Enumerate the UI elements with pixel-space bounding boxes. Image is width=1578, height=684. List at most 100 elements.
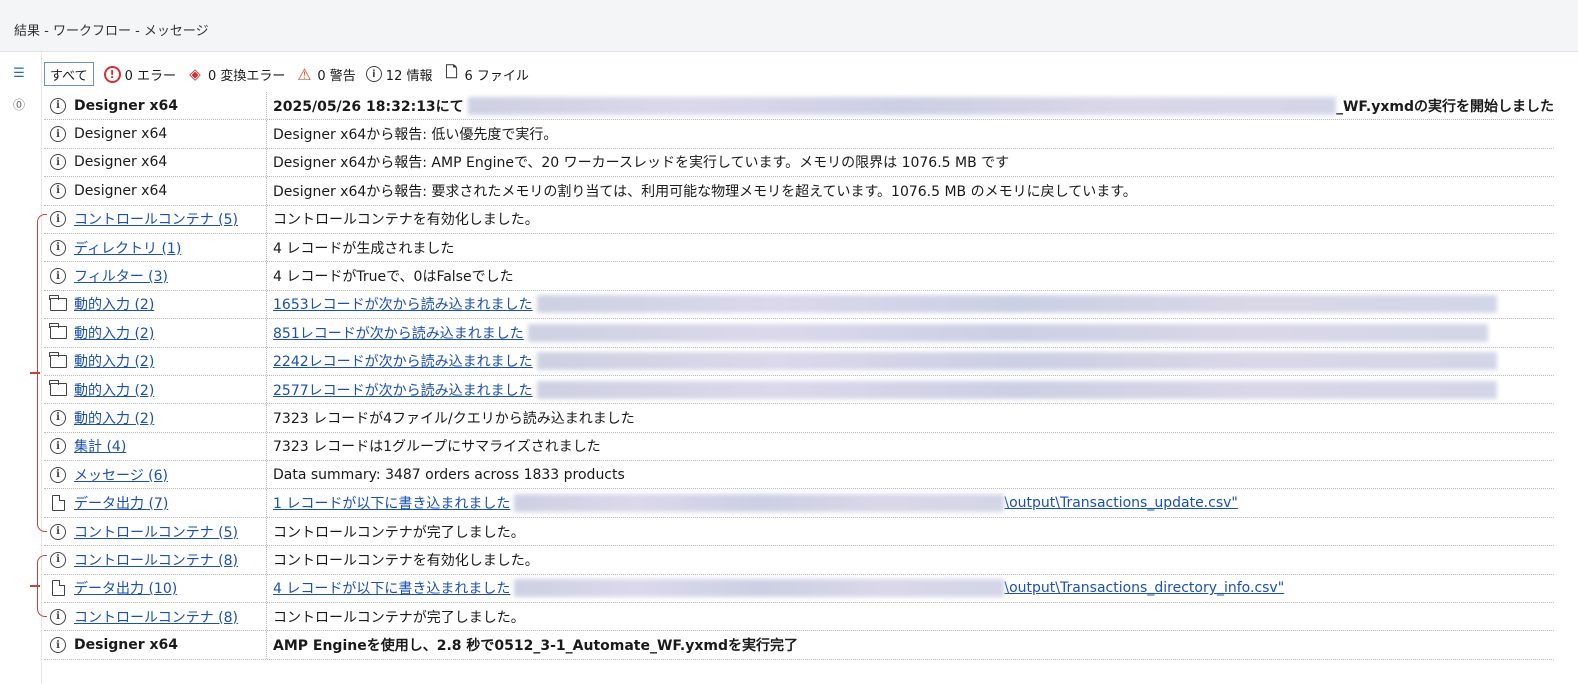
message-row[interactable]: データ出力 (7) 1 レコードが以下に書き込まれました \output\Trans…: [44, 489, 1554, 518]
message-row[interactable]: i コントロールコンテナ (5) コントロールコンテナを有効化しました。: [44, 205, 1554, 234]
tool-name-cell[interactable]: 動的入力 (2): [72, 408, 266, 428]
redacted-path: [514, 579, 1005, 598]
tool-link[interactable]: 動的入力 (2): [74, 354, 154, 370]
tool-name-cell: Designer x64: [72, 154, 266, 170]
warning-icon: ⚠: [297, 64, 312, 84]
tool-name-cell[interactable]: コントロールコンテナ (5): [72, 209, 266, 229]
message-icon-cell: i: [44, 182, 72, 199]
tool-name-cell[interactable]: 動的入力 (2): [72, 380, 266, 400]
info-icon: i: [50, 523, 66, 540]
message-row[interactable]: i Designer x64 Designer x64から報告: AMP Engin…: [44, 148, 1554, 178]
tool-name: Designer x64: [74, 154, 168, 171]
message-path-link[interactable]: \output\Transactions_update.csv": [1004, 495, 1238, 511]
tool-name-cell[interactable]: データ出力 (10): [72, 578, 266, 598]
message-row[interactable]: 動的入力 (2) 851レコードが次から読み込まれました: [44, 319, 1554, 348]
message-link[interactable]: 1 レコードが以下に書き込まれました: [273, 493, 510, 513]
message-link[interactable]: 851レコードが次から読み込まれました: [273, 323, 524, 343]
tool-link[interactable]: 動的入力 (2): [74, 297, 154, 313]
message-text-cell: 7323 レコードが4ファイル/クエリから読み込まれました: [266, 404, 1554, 432]
message-row[interactable]: 動的入力 (2) 1653レコードが次から読み込まれました: [44, 290, 1554, 320]
message-row[interactable]: i Designer x64 2025/05/26 18:32:13にて _WF.yx…: [44, 92, 1554, 121]
message-text: Designer x64から報告: 要求されたメモリの割り当ては、利用可能な物理…: [273, 183, 1137, 200]
tool-name-cell[interactable]: 動的入力 (2): [72, 323, 266, 343]
message-row[interactable]: データ出力 (10) 4 レコードが以下に書き込まれました \output\Tran…: [44, 574, 1554, 604]
filter-all-button[interactable]: すべて: [44, 62, 94, 86]
tool-link[interactable]: コントロールコンテナ (5): [74, 525, 238, 541]
message-row[interactable]: i ディレクトリ (1) 4 レコードが生成されました: [44, 233, 1554, 263]
tool-link[interactable]: メッセージ (6): [74, 468, 168, 484]
tool-name: Designer x64: [74, 126, 168, 143]
message-row[interactable]: i Designer x64 Designer x64から報告: 低い優先度で実行。: [44, 120, 1554, 149]
tool-link[interactable]: フィルター (3): [74, 269, 168, 285]
tool-link[interactable]: ディレクトリ (1): [74, 241, 181, 257]
tool-link[interactable]: 動的入力 (2): [74, 326, 154, 342]
message-row[interactable]: i Designer x64 Designer x64から報告: 要求されたメモリの…: [44, 177, 1554, 206]
message-text: 7323 レコードが4ファイル/クエリから読み込まれました: [273, 410, 635, 427]
message-icon-cell: i: [44, 211, 72, 228]
tool-link[interactable]: データ出力 (7): [74, 496, 168, 512]
message-link[interactable]: 2242レコードが次から読み込まれました: [273, 351, 533, 371]
message-link[interactable]: 1653レコードが次から読み込まれました: [273, 294, 533, 314]
tool-name-cell[interactable]: 集計 (4): [72, 436, 266, 456]
tool-link[interactable]: コントロールコンテナ (8): [74, 553, 238, 569]
results-titlebar: 結果 - ワークフロー - メッセージ: [0, 0, 1578, 52]
message-icon-cell: i: [44, 97, 72, 114]
message-row[interactable]: i Designer x64 AMP Engineを使用し、2.8 秒で0512_3…: [44, 631, 1554, 660]
message-text: 4 レコードがTrueで、0はFalseでした: [273, 269, 514, 286]
tool-link[interactable]: データ出力 (10): [74, 581, 177, 597]
message-icon-cell: [44, 494, 72, 512]
tool-name-cell[interactable]: 動的入力 (2): [72, 294, 266, 314]
message-row[interactable]: i コントロールコンテナ (5) コントロールコンテナが完了しました。: [44, 517, 1554, 547]
tool-name-cell[interactable]: 動的入力 (2): [72, 351, 266, 371]
tool-link[interactable]: 動的入力 (2): [74, 383, 154, 399]
help-icon[interactable]: ⓪: [11, 96, 27, 112]
message-text: Designer x64から報告: 低い優先度で実行。: [273, 127, 558, 144]
message-row[interactable]: 動的入力 (2) 2577レコードが次から読み込まれました: [44, 375, 1554, 405]
message-text-cell: 851レコードが次から読み込まれました: [266, 319, 1554, 347]
tool-name-cell[interactable]: フィルター (3): [72, 266, 266, 286]
message-row[interactable]: 動的入力 (2) 2242レコードが次から読み込まれました: [44, 347, 1554, 376]
message-row[interactable]: i フィルター (3) 4 レコードがTrueで、0はFalseでした: [44, 262, 1554, 291]
message-row[interactable]: i メッセージ (6) Data summary: 3487 orders acro…: [44, 461, 1554, 490]
message-icon-cell: i: [44, 409, 72, 426]
tool-name: Designer x64: [74, 637, 179, 654]
message-text: コントロールコンテナを有効化しました。: [273, 552, 539, 569]
message-filter-bar: すべて ! 0 エラー ◈ 0 変換エラー ⚠ 0 警告 i 12 情報 🗋 6…: [44, 62, 529, 86]
tool-name-cell[interactable]: コントロールコンテナ (5): [72, 522, 266, 542]
tool-name-cell[interactable]: メッセージ (6): [72, 465, 266, 485]
info-icon: i: [50, 97, 66, 114]
redacted-path: [536, 295, 1497, 314]
message-text-cell: Designer x64から報告: AMP Engineで、20 ワーカースレッ…: [266, 148, 1554, 177]
message-path-link[interactable]: \output\Transactions_directory_info.csv": [1004, 580, 1284, 596]
filter-files-button[interactable]: 🗋 6 ファイル: [442, 63, 528, 84]
tool-link[interactable]: 動的入力 (2): [74, 411, 154, 427]
tool-link[interactable]: コントロールコンテナ (8): [74, 610, 238, 626]
filter-warnings-label: 0 警告: [317, 68, 356, 84]
redacted-path: [536, 352, 1497, 371]
message-text-cell: 2025/05/26 18:32:13にて _WF.yxmdの実行を開始しました: [266, 92, 1554, 120]
tool-name-cell[interactable]: データ出力 (7): [72, 493, 266, 513]
filter-info-button[interactable]: i 12 情報: [365, 65, 433, 84]
filter-warnings-button[interactable]: ⚠ 0 警告: [295, 64, 356, 84]
message-row[interactable]: i 動的入力 (2) 7323 レコードが4ファイル/クエリから読み込まれました: [44, 404, 1554, 433]
tool-link[interactable]: コントロールコンテナ (5): [74, 212, 238, 228]
list-view-icon[interactable]: ☰: [11, 65, 27, 81]
message-icon-cell: [44, 294, 72, 311]
message-link[interactable]: 4 レコードが以下に書き込まれました: [273, 578, 510, 598]
message-row[interactable]: i コントロールコンテナ (8) コントロールコンテナを有効化しました。: [44, 546, 1554, 575]
filter-info-label: 12 情報: [385, 68, 433, 84]
info-icon: i: [50, 637, 66, 654]
message-text-cell: AMP Engineを使用し、2.8 秒で0512_3-1_Automate_W…: [266, 631, 1554, 659]
tool-name-cell[interactable]: ディレクトリ (1): [72, 238, 266, 258]
tool-name-cell[interactable]: コントロールコンテナ (8): [72, 550, 266, 570]
message-row[interactable]: i 集計 (4) 7323 レコードは1グループにサマライズされました: [44, 432, 1554, 462]
message-icon-cell: i: [44, 126, 72, 143]
message-link[interactable]: 2577レコードが次から読み込まれました: [273, 380, 533, 400]
message-row[interactable]: i コントロールコンテナ (8) コントロールコンテナが完了しました。: [44, 603, 1554, 632]
filter-errors-button[interactable]: ! 0 エラー: [103, 65, 176, 84]
tool-name-cell[interactable]: コントロールコンテナ (8): [72, 607, 266, 627]
filter-errors-label: 0 エラー: [124, 68, 176, 84]
filter-conversion-errors-button[interactable]: ◈ 0 変換エラー: [186, 65, 285, 84]
tool-link[interactable]: 集計 (4): [74, 439, 126, 455]
redacted-path: [467, 96, 1336, 115]
